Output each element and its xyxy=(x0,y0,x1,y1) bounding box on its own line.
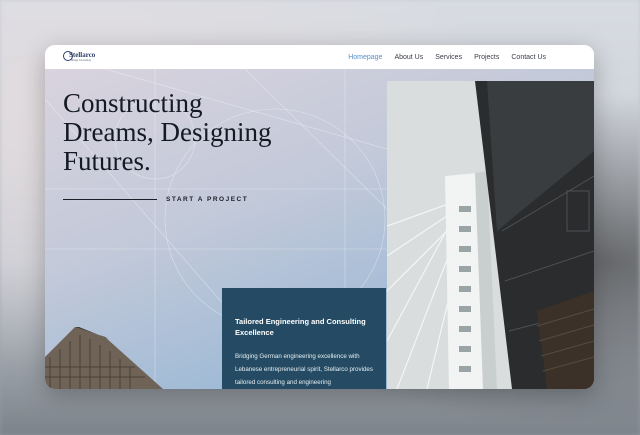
site-logo[interactable]: Stellarco Bridge Consulting xyxy=(63,51,123,65)
card-body: Bridging German engineering excellence w… xyxy=(235,353,373,386)
headline-line-2: Dreams, Designing xyxy=(63,117,272,147)
headline-line-3: Futures. xyxy=(63,146,151,176)
building-facade-image xyxy=(45,327,163,389)
browser-window: Stellarco Bridge Consulting Homepage Abo… xyxy=(45,45,594,389)
nav-item-homepage[interactable]: Homepage xyxy=(348,54,382,61)
nav-item-about-us[interactable]: About Us xyxy=(394,54,423,61)
card-title: Tailored Engineering and Consulting Exce… xyxy=(235,317,366,337)
hero-headline: Constructing Dreams, Designing Futures. xyxy=(63,89,363,176)
cta-label: START A PROJECT xyxy=(166,195,249,203)
top-navigation: Stellarco Bridge Consulting Homepage Abo… xyxy=(45,45,594,69)
hero-section: Constructing Dreams, Designing Futures. … xyxy=(45,69,594,389)
nav-links: Homepage About Us Services Projects Cont… xyxy=(348,45,546,69)
nav-item-contact-us[interactable]: Contact Us xyxy=(511,54,546,61)
bridge-tower-photo xyxy=(387,81,594,389)
start-project-link[interactable]: START A PROJECT xyxy=(63,194,248,204)
headline-line-1: Constructing xyxy=(63,88,203,118)
nav-item-services[interactable]: Services xyxy=(435,54,462,61)
logo-tagline: Bridge Consulting xyxy=(71,59,91,62)
services-card: Tailored Engineering and Consulting Exce… xyxy=(222,288,386,389)
cta-rule xyxy=(63,198,157,200)
logo-name: Stellarco xyxy=(69,51,96,59)
bridge-tower-illustration xyxy=(387,81,594,389)
nav-item-projects[interactable]: Projects xyxy=(474,54,499,61)
